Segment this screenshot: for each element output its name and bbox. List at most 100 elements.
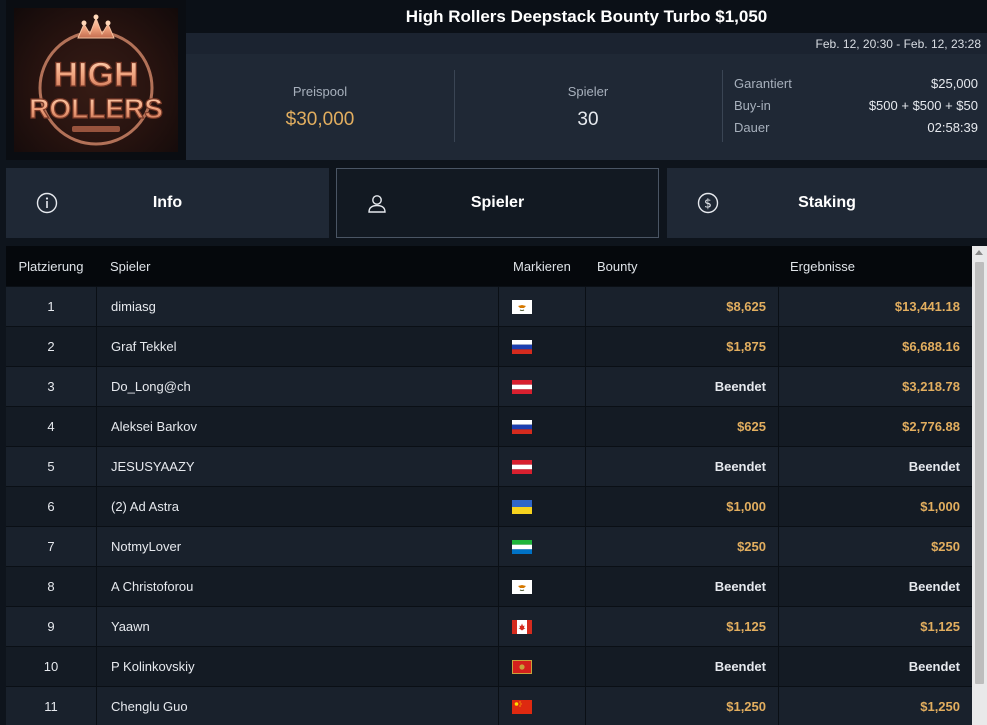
buyin-label: Buy-in	[734, 98, 771, 113]
tab-staking-label: Staking	[798, 194, 856, 211]
row-bounty: $625	[585, 407, 778, 446]
duration-value: 02:58:39	[927, 120, 978, 135]
scroll-up-icon[interactable]	[975, 250, 983, 255]
row-result: Beendet	[778, 647, 972, 686]
players-value: 30	[577, 108, 599, 130]
row-rank: 2	[47, 339, 55, 354]
tab-players[interactable]: Spieler	[336, 168, 659, 238]
table-scrollbar[interactable]	[972, 246, 987, 725]
prize-pool-value: $30,000	[285, 108, 355, 130]
row-player-name[interactable]: A Christoforou	[96, 567, 498, 606]
flag-ua-icon	[498, 487, 585, 526]
flag-sl-icon	[498, 527, 585, 566]
row-result: $13,441.18	[778, 287, 972, 326]
row-rank: 9	[47, 619, 55, 634]
table-row[interactable]: 10 P Kolinkovskiy Beendet Beendet	[6, 646, 972, 686]
row-player-name[interactable]: JESUSYAAZY	[96, 447, 498, 486]
svg-text:ROLLERS: ROLLERS	[29, 93, 163, 124]
stats-divider	[722, 70, 723, 142]
duration-label: Dauer	[734, 120, 770, 135]
guaranteed-row: Garantiert $25,000	[734, 76, 978, 98]
tournament-title-bar: High Rollers Deepstack Bounty Turbo $1,0…	[186, 0, 987, 33]
flag-cy-icon	[498, 287, 585, 326]
table-body: 1 dimiasg $8,625 $13,441.18 2 Graf Tekkel $1,8…	[6, 286, 972, 725]
row-bounty: Beendet	[585, 647, 778, 686]
table-row[interactable]: 7 NotmyLover $250 $250	[6, 526, 972, 566]
scrollbar-thumb[interactable]	[975, 262, 984, 684]
row-bounty: Beendet	[585, 447, 778, 486]
info-icon	[36, 192, 58, 214]
buyin-value: $500 + $500 + $50	[868, 98, 978, 113]
table-row[interactable]: 11 Chenglu Guo $1,250 $1,250	[6, 686, 972, 725]
header-bounty[interactable]: Bounty	[585, 246, 778, 286]
high-rollers-logo: HIGH ROLLERS	[14, 8, 178, 152]
flag-cn-icon	[498, 687, 585, 725]
tournament-dates: Feb. 12, 20:30 - Feb. 12, 23:28	[815, 36, 981, 51]
header-player[interactable]: Spieler	[96, 259, 498, 274]
flag-me-icon	[498, 647, 585, 686]
table-row[interactable]: 6 (2) Ad Astra $1,000 $1,000	[6, 486, 972, 526]
row-player-name[interactable]: P Kolinkovskiy	[96, 647, 498, 686]
table-row[interactable]: 9 Yaawn $1,125 $1,125	[6, 606, 972, 646]
table-row[interactable]: 4 Aleksei Barkov $625 $2,776.88	[6, 406, 972, 446]
tournament-stats: Preispool $30,000 Spieler 30 Garantiert …	[186, 54, 987, 160]
row-rank: 11	[44, 699, 58, 714]
row-result: $1,000	[778, 487, 972, 526]
row-rank: 10	[43, 659, 59, 674]
row-bounty: $250	[585, 527, 778, 566]
row-result: $6,688.16	[778, 327, 972, 366]
row-player-name[interactable]: NotmyLover	[96, 527, 498, 566]
table-row[interactable]: 2 Graf Tekkel $1,875 $6,688.16	[6, 326, 972, 366]
table-row[interactable]: 1 dimiasg $8,625 $13,441.18	[6, 286, 972, 326]
row-player-name[interactable]: Chenglu Guo	[96, 687, 498, 725]
row-bounty: $8,625	[585, 287, 778, 326]
user-icon	[368, 195, 386, 213]
table-header: Platzierung Spieler Markieren Bounty Erg…	[6, 246, 972, 286]
prize-pool-label: Preispool	[292, 83, 348, 99]
row-bounty: $1,125	[585, 607, 778, 646]
flag-ru-icon	[498, 327, 585, 366]
tournament-title: High Rollers Deepstack Bounty Turbo $1,0…	[405, 6, 768, 26]
guaranteed-label: Garantiert	[734, 76, 792, 91]
prize-pool-stat: Preispool $30,000	[186, 54, 454, 160]
tab-info-label: Info	[152, 194, 183, 211]
row-result: $3,218.78	[778, 367, 972, 406]
row-player-name[interactable]: Do_Long@ch	[96, 367, 498, 406]
guaranteed-value: $25,000	[931, 76, 978, 91]
tab-players-label: Spieler	[470, 194, 525, 211]
row-result: $1,250	[778, 687, 972, 725]
tournament-logo: HIGH ROLLERS	[6, 0, 186, 160]
svg-text:$: $	[704, 197, 712, 211]
header-mark[interactable]: Markieren	[498, 246, 585, 286]
header-results[interactable]: Ergebnisse	[778, 246, 972, 286]
row-result: Beendet	[778, 567, 972, 606]
players-label: Spieler	[567, 83, 609, 99]
tournament-date-bar: Feb. 12, 20:30 - Feb. 12, 23:28	[186, 33, 987, 54]
row-player-name[interactable]: Aleksei Barkov	[96, 407, 498, 446]
row-rank: 8	[47, 579, 55, 594]
table-row[interactable]: 8 A Christoforou Beendet Beendet	[6, 566, 972, 606]
row-player-name[interactable]: Yaawn	[96, 607, 498, 646]
row-player-name[interactable]: dimiasg	[96, 287, 498, 326]
row-result: Beendet	[778, 447, 972, 486]
row-player-name[interactable]: (2) Ad Astra	[96, 487, 498, 526]
row-rank: 6	[47, 499, 55, 514]
row-bounty: Beendet	[585, 567, 778, 606]
tournament-details: Garantiert $25,000 Buy-in $500 + $500 + …	[734, 76, 978, 142]
row-bounty: $1,875	[585, 327, 778, 366]
row-player-name[interactable]: Graf Tekkel	[96, 327, 498, 366]
row-rank: 4	[47, 419, 55, 434]
row-rank: 1	[47, 299, 55, 314]
table-row[interactable]: 3 Do_Long@ch Beendet $3,218.78	[6, 366, 972, 406]
table-row[interactable]: 5 JESUSYAAZY Beendet Beendet	[6, 446, 972, 486]
flag-ca-icon	[498, 607, 585, 646]
tab-staking[interactable]: $ Staking	[667, 168, 987, 238]
tab-info[interactable]: Info	[6, 168, 329, 238]
logo-art-icon: HIGH ROLLERS	[29, 14, 163, 146]
row-bounty: Beendet	[585, 367, 778, 406]
buyin-row: Buy-in $500 + $500 + $50	[734, 98, 978, 120]
row-result: $1,125	[778, 607, 972, 646]
row-result: $2,776.88	[778, 407, 972, 446]
header-rank[interactable]: Platzierung	[6, 259, 96, 274]
svg-text:HIGH: HIGH	[54, 56, 139, 94]
